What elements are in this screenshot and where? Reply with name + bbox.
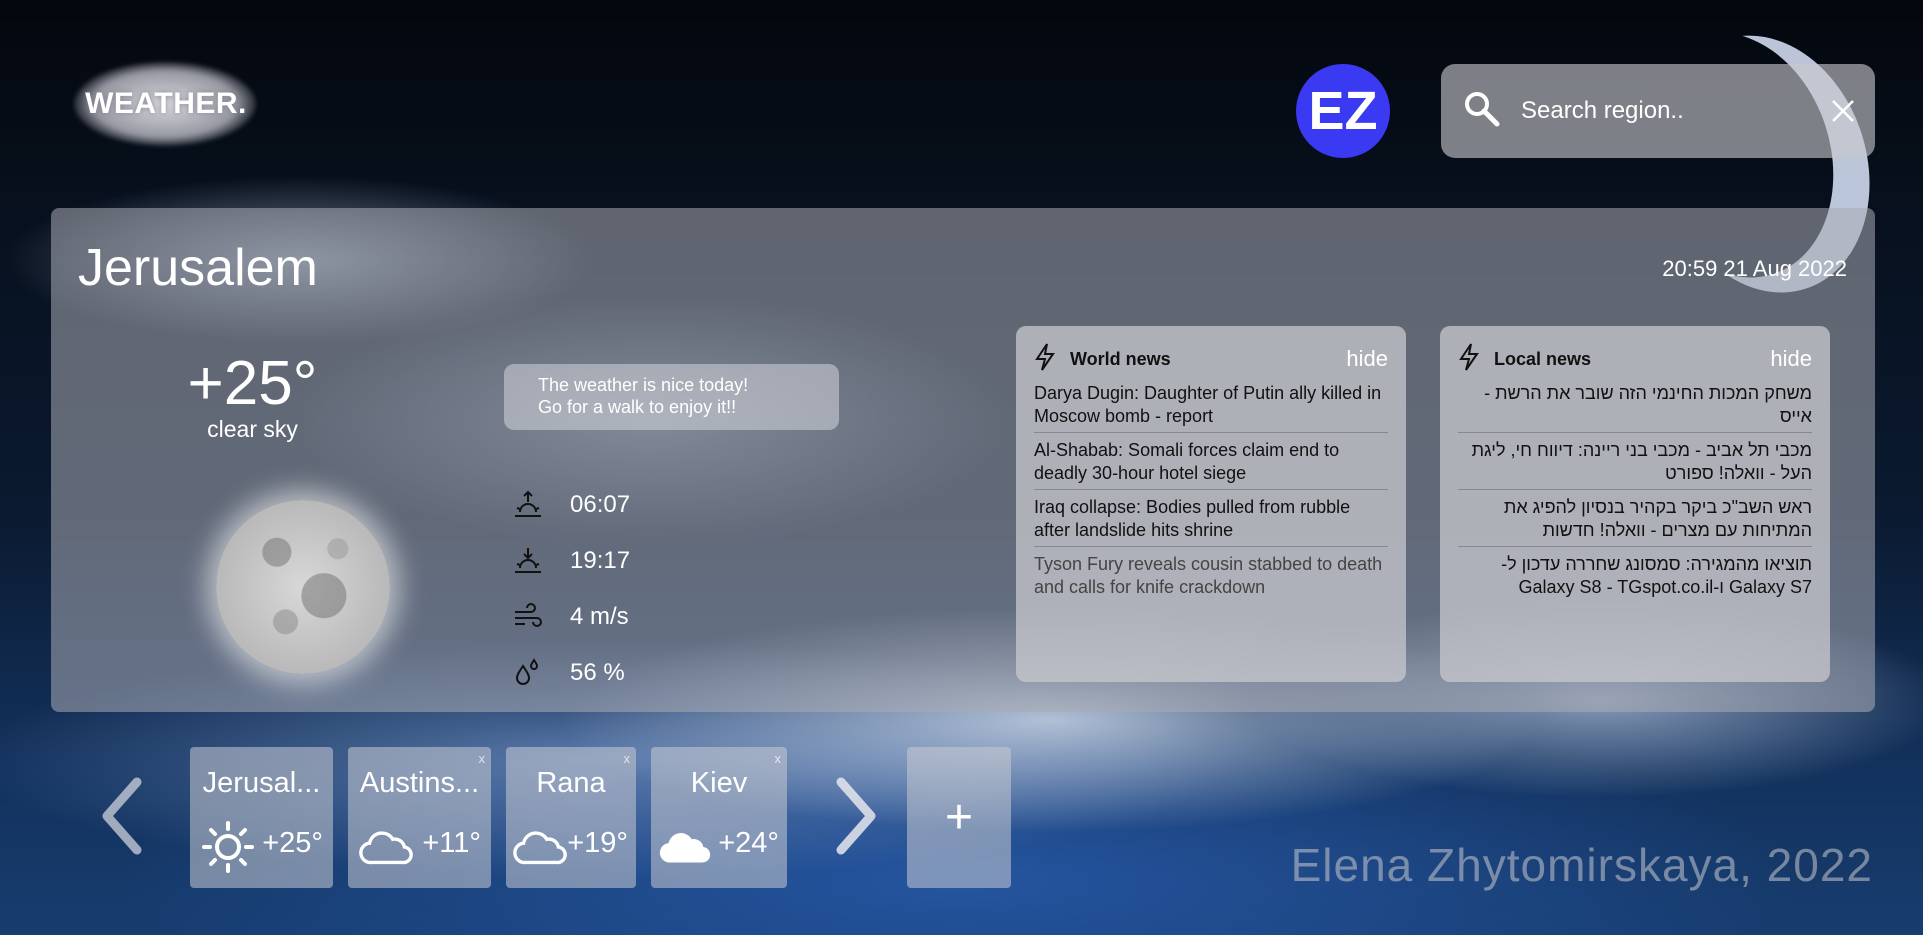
weather-description: clear sky bbox=[207, 416, 298, 442]
humidity-value: 56 % bbox=[570, 659, 625, 686]
sunrise-stat: 06:07 bbox=[512, 489, 630, 521]
remove-location-button[interactable]: x bbox=[479, 751, 486, 766]
saved-location-card[interactable]: x Kiev +24° bbox=[651, 747, 787, 888]
world-news-header: World news hide bbox=[1034, 342, 1388, 376]
saved-location-card[interactable]: x Austins... +11° bbox=[348, 747, 491, 888]
wind-stat: 4 m/s bbox=[512, 601, 629, 633]
add-location-button[interactable]: + bbox=[907, 747, 1011, 888]
saved-location-temperature: +25° bbox=[262, 827, 323, 859]
wind-icon bbox=[512, 601, 544, 633]
wind-speed: 4 m/s bbox=[570, 603, 629, 630]
remove-location-button[interactable]: x bbox=[624, 751, 631, 766]
sunset-stat: 19:17 bbox=[512, 545, 630, 577]
local-news-item[interactable]: ראש השב"כ ביקר בקהיר בנסיון להפיג את המת… bbox=[1458, 490, 1812, 547]
author-credit: Elena Zhytomirskaya, 2022 bbox=[1290, 839, 1873, 891]
logo-text: WEATHER. bbox=[85, 87, 247, 120]
city-name: Jerusalem bbox=[78, 239, 318, 297]
world-news-hide-button[interactable]: hide bbox=[1346, 346, 1388, 372]
lightning-icon bbox=[1034, 342, 1056, 376]
lightning-icon bbox=[1458, 342, 1480, 376]
sun-icon bbox=[200, 819, 256, 875]
local-news-item[interactable]: תוציאו מהמגירה: סמסונג שחררה עדכון ל-Gal… bbox=[1458, 547, 1812, 603]
cloud-outline-icon bbox=[358, 819, 414, 875]
user-avatar[interactable]: EZ bbox=[1296, 64, 1390, 158]
saved-location-name: Austins... bbox=[359, 767, 480, 799]
app-logo[interactable]: WEATHER. bbox=[66, 54, 266, 154]
saved-location-name: Kiev bbox=[690, 767, 748, 799]
remove-location-button[interactable]: x bbox=[775, 751, 782, 766]
local-news-title: Local news bbox=[1494, 348, 1592, 369]
sunset-icon bbox=[512, 545, 544, 577]
humidity-drops-icon bbox=[512, 657, 544, 689]
world-news-title: World news bbox=[1070, 348, 1171, 369]
search-input[interactable] bbox=[1521, 97, 1831, 125]
local-news-hide-button[interactable]: hide bbox=[1770, 346, 1812, 372]
weather-tip-line1: The weather is nice today! bbox=[538, 375, 749, 395]
carousel-prev-arrow-icon[interactable] bbox=[92, 776, 152, 856]
search-bar bbox=[1441, 64, 1875, 158]
current-datetime: 20:59 21 Aug 2022 bbox=[1662, 256, 1847, 281]
saved-location-temperature: +24° bbox=[718, 827, 779, 859]
cloud-outline-icon bbox=[512, 819, 568, 875]
humidity-stat: 56 % bbox=[512, 657, 625, 689]
saved-location-temperature: +19° bbox=[567, 827, 628, 859]
saved-location-temperature: +11° bbox=[422, 827, 481, 859]
local-news-item[interactable]: משחק המכות החינמי הזה שובר את הרשת - איי… bbox=[1458, 376, 1812, 433]
saved-location-card[interactable]: x Rana +19° bbox=[506, 747, 636, 888]
current-temperature: +25° bbox=[187, 349, 318, 418]
sunset-time: 19:17 bbox=[570, 547, 631, 574]
local-news-panel: Local news hide משחק המכות החינמי הזה שו… bbox=[1440, 326, 1830, 682]
world-news-item[interactable]: Darya Dugin: Daughter of Putin ally kill… bbox=[1034, 376, 1388, 433]
saved-location-name: Jerusal... bbox=[202, 767, 321, 799]
weather-tip: The weather is nice today! Go for a walk… bbox=[504, 364, 839, 430]
saved-location-name: Rana bbox=[536, 767, 606, 799]
world-news-item[interactable]: Al-Shabab: Somali forces claim end to de… bbox=[1034, 433, 1388, 490]
saved-location-card[interactable]: Jerusal... +25° bbox=[190, 747, 333, 888]
full-moon-icon bbox=[216, 500, 390, 674]
world-news-item[interactable]: Iraq collapse: Bodies pulled from rubble… bbox=[1034, 490, 1388, 547]
sunrise-icon bbox=[512, 489, 544, 521]
cloud-filled-icon bbox=[657, 819, 713, 875]
carousel-next-arrow-icon[interactable] bbox=[826, 776, 886, 856]
weather-tip-line2: Go for a walk to enjoy it!! bbox=[538, 397, 737, 417]
clear-search-icon[interactable] bbox=[1831, 96, 1855, 126]
search-icon[interactable] bbox=[1463, 90, 1501, 133]
sunrise-time: 06:07 bbox=[570, 491, 631, 518]
local-news-item[interactable]: מכבי תל אביב - מכבי בני ריינה: דיווח חי,… bbox=[1458, 433, 1812, 490]
world-news-item[interactable]: Tyson Fury reveals cousin stabbed to dea… bbox=[1034, 547, 1388, 603]
local-news-header: Local news hide bbox=[1458, 342, 1812, 376]
world-news-panel: World news hide Darya Dugin: Daughter of… bbox=[1016, 326, 1406, 682]
